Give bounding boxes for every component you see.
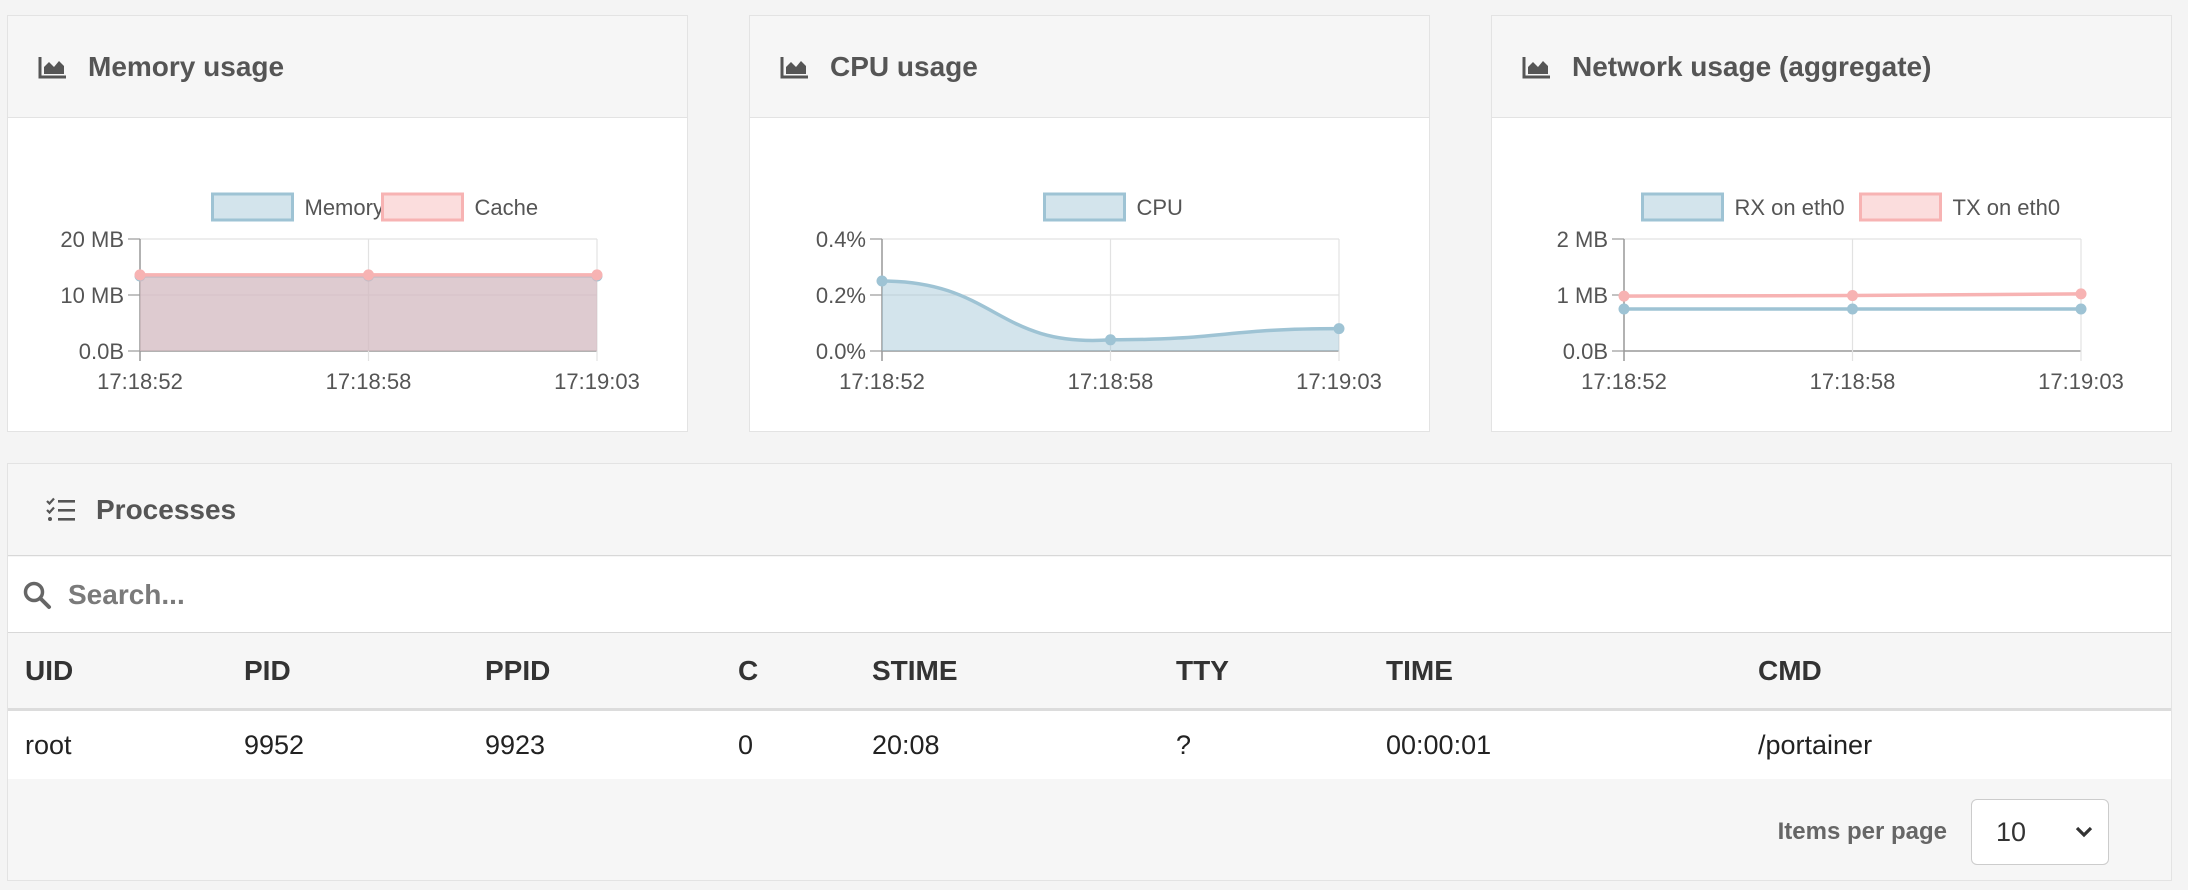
data-point bbox=[1847, 303, 1858, 315]
network-panel-header: Network usage (aggregate) bbox=[1492, 16, 2171, 118]
data-point bbox=[1618, 290, 1630, 302]
legend-swatch bbox=[1043, 192, 1126, 222]
cell-uid: root bbox=[8, 709, 227, 779]
y-tick-label: 0.2% bbox=[816, 283, 866, 308]
y-tick-label: 20 MB bbox=[60, 227, 124, 252]
network-chart: 0.0B 1 MB 2 MB 17:18:52 17:18:58 17:19:03 RX o… bbox=[1557, 192, 2124, 394]
data-point bbox=[1618, 303, 1630, 315]
legend-label: Cache bbox=[475, 195, 539, 220]
column-header-tty[interactable]: TTY bbox=[1159, 634, 1369, 711]
cell-stime: 20:08 bbox=[855, 709, 1159, 779]
legend-label: CPU bbox=[1137, 195, 1183, 220]
data-point bbox=[1105, 334, 1116, 346]
y-tick-label: 2 MB bbox=[1557, 227, 1608, 252]
legend-swatch bbox=[381, 192, 464, 222]
memory-chart: 0.0B 10 MB 20 MB 17:18:52 17:18:58 17:19:03 Me… bbox=[60, 192, 640, 394]
x-tick-label: 17:18:58 bbox=[326, 369, 412, 394]
column-header-c[interactable]: C bbox=[721, 634, 855, 711]
data-point bbox=[2075, 288, 2087, 300]
series-area bbox=[140, 274, 597, 351]
legend-label: TX on eth0 bbox=[1953, 195, 2061, 220]
cell-c: 0 bbox=[721, 709, 855, 779]
cell-time: 00:00:01 bbox=[1369, 709, 1741, 779]
cpu-usage-panel: CPU usage 0.0% 0.2% 0.4% 17:18:52 17:18:58 17… bbox=[749, 15, 1430, 432]
memory-panel-title: Memory usage bbox=[88, 50, 285, 82]
area-chart-icon bbox=[1522, 56, 1550, 78]
pagination-footer: Items per page 10 bbox=[8, 782, 2171, 882]
cpu-panel-header: CPU usage bbox=[750, 16, 1429, 118]
column-header-ppid[interactable]: PPID bbox=[468, 634, 721, 711]
legend-swatch bbox=[211, 192, 294, 222]
y-tick-label: 10 MB bbox=[60, 283, 124, 308]
y-tick-label: 0.0B bbox=[79, 339, 124, 364]
x-tick-label: 17:18:52 bbox=[839, 369, 925, 394]
processes-panel-title: Processes bbox=[96, 493, 237, 525]
data-point bbox=[591, 269, 603, 281]
processes-panel-header: Processes bbox=[8, 464, 2171, 556]
x-tick-label: 17:19:03 bbox=[2038, 369, 2124, 394]
tasks-list-icon bbox=[46, 497, 75, 521]
legend-swatch bbox=[1859, 192, 1942, 222]
search-input[interactable] bbox=[66, 577, 1870, 612]
x-tick-label: 17:18:52 bbox=[97, 369, 183, 394]
cell-cmd: /portainer bbox=[1741, 709, 2171, 779]
processes-panel: Processes UID PID PPID C STIME TTY TIME … bbox=[7, 463, 2172, 881]
network-panel-title: Network usage (aggregate) bbox=[1572, 50, 1932, 82]
search-icon bbox=[23, 581, 51, 609]
y-tick-label: 1 MB bbox=[1557, 283, 1608, 308]
y-tick-label: 0.0% bbox=[816, 339, 866, 364]
y-tick-label: 0.4% bbox=[816, 227, 866, 252]
y-tick-label: 0.0B bbox=[1563, 339, 1608, 364]
x-tick-label: 17:18:58 bbox=[1810, 369, 1896, 394]
x-tick-label: 17:19:03 bbox=[1296, 369, 1382, 394]
items-per-page-select[interactable]: 10 bbox=[1971, 799, 2109, 865]
data-point bbox=[876, 275, 888, 287]
area-chart-icon bbox=[38, 56, 66, 78]
legend-label: Memory bbox=[305, 195, 384, 220]
cell-ppid: 9923 bbox=[468, 709, 721, 779]
table-row: root 9952 9923 0 20:08 ? 00:00:01 /porta… bbox=[8, 709, 2171, 779]
cell-tty: ? bbox=[1159, 709, 1369, 779]
column-header-cmd[interactable]: CMD bbox=[1741, 634, 2171, 711]
data-point bbox=[363, 269, 374, 281]
processes-table: UID PID PPID C STIME TTY TIME CMD root 9… bbox=[8, 634, 2171, 779]
column-header-time[interactable]: TIME bbox=[1369, 634, 1741, 711]
legend-swatch bbox=[1641, 192, 1724, 222]
column-header-stime[interactable]: STIME bbox=[855, 634, 1159, 711]
area-chart-icon bbox=[780, 56, 808, 78]
items-per-page-label: Items per page bbox=[1777, 818, 1947, 845]
column-header-uid[interactable]: UID bbox=[8, 634, 227, 711]
search-bar bbox=[8, 557, 2171, 633]
cell-pid: 9952 bbox=[227, 709, 468, 779]
data-point bbox=[2075, 303, 2087, 315]
chevron-down-icon bbox=[2075, 826, 2093, 838]
data-point bbox=[1333, 323, 1345, 335]
memory-usage-panel: Memory usage 0.0B 10 MB 20 MB 17:18:52 17:18… bbox=[7, 15, 688, 432]
column-header-pid[interactable]: PID bbox=[227, 634, 468, 711]
data-point bbox=[1847, 290, 1858, 302]
network-usage-panel: Network usage (aggregate) 0.0B 1 MB 2 MB 17… bbox=[1491, 15, 2172, 432]
cpu-chart: 0.0% 0.2% 0.4% 17:18:52 17:18:58 17:19:03 CPU bbox=[816, 192, 1382, 394]
x-tick-label: 17:18:58 bbox=[1068, 369, 1154, 394]
cpu-panel-title: CPU usage bbox=[830, 50, 978, 82]
table-header-row: UID PID PPID C STIME TTY TIME CMD bbox=[8, 634, 2171, 711]
x-tick-label: 17:19:03 bbox=[554, 369, 640, 394]
memory-panel-header: Memory usage bbox=[8, 16, 687, 118]
data-point bbox=[134, 269, 146, 281]
items-per-page-value: 10 bbox=[1996, 816, 2027, 847]
x-tick-label: 17:18:52 bbox=[1581, 369, 1667, 394]
legend-label: RX on eth0 bbox=[1735, 195, 1845, 220]
